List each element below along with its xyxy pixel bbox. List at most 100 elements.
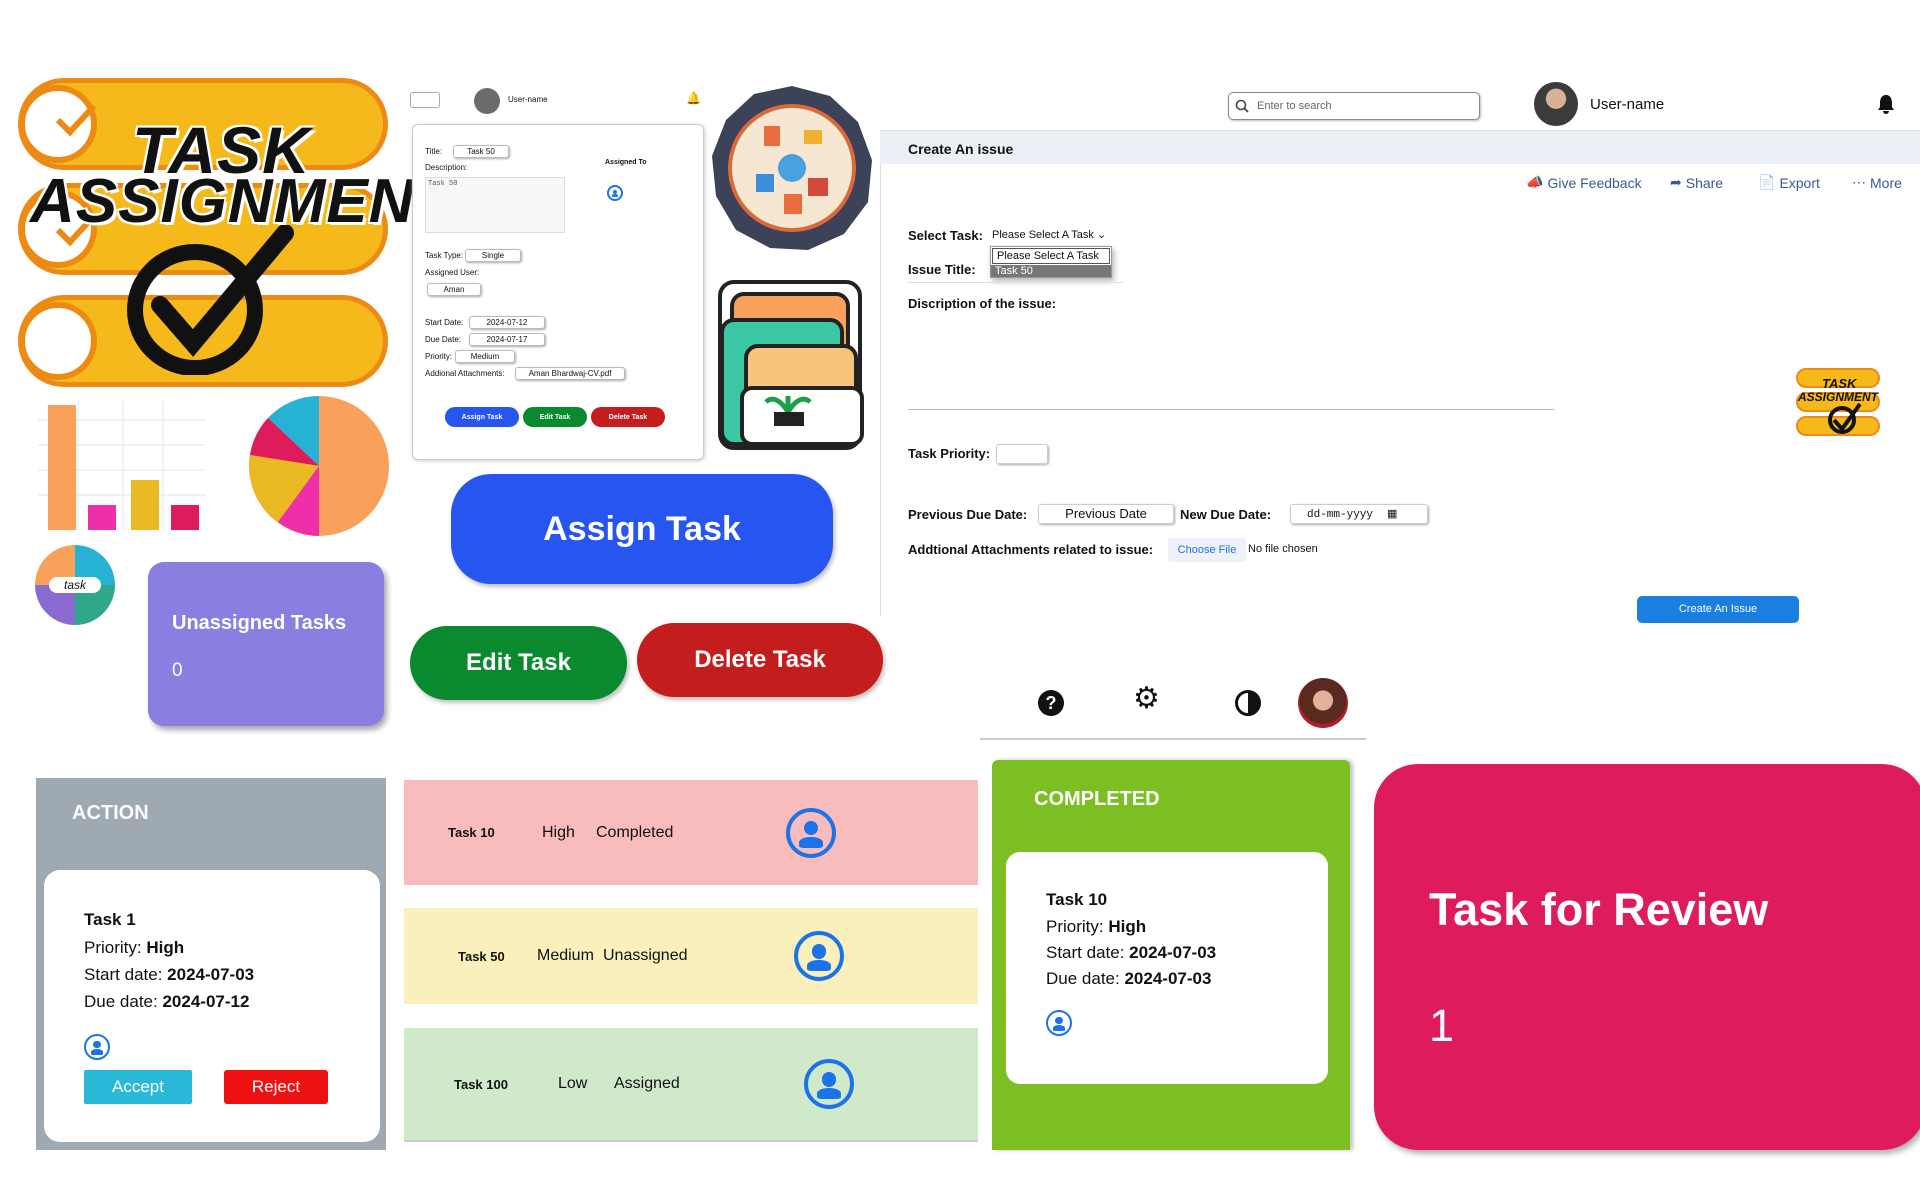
start-date-input[interactable]: 2024-07-12	[469, 316, 545, 329]
assign-task-button[interactable]: Assign Task	[451, 474, 833, 584]
mini-user-name: User-name	[508, 95, 548, 104]
start-value: 2024-07-03	[167, 965, 255, 984]
edit-task-button[interactable]: Edit Task	[410, 626, 627, 700]
avatar[interactable]	[1534, 82, 1578, 126]
task-due-date: Due date: 2024-07-12	[84, 992, 249, 1012]
delete-task-button[interactable]: Delete Task	[637, 623, 883, 697]
pie-chart-illustration	[249, 395, 389, 536]
user-icon[interactable]	[607, 185, 623, 201]
task-start-date: Start date: 2024-07-03	[1046, 943, 1216, 963]
give-feedback-button[interactable]: 📣 Give Feedback	[1526, 174, 1642, 191]
due-value: 2024-07-12	[162, 992, 250, 1011]
search-placeholder: Enter to search	[1257, 100, 1332, 112]
issue-heading-bar: Create An issue	[880, 130, 1920, 164]
task-row[interactable]: Task 50 Medium Unassigned	[404, 908, 978, 1004]
reject-button[interactable]: Reject	[224, 1070, 328, 1104]
dropdown-option-selected[interactable]: Task 50	[991, 265, 1111, 277]
new-due-date-input[interactable]: dd-mm-yyyy ▦	[1290, 504, 1428, 524]
previous-due-input[interactable]: Previous Date	[1038, 504, 1174, 524]
attachments-label: Addtional Attachments related to issue:	[908, 542, 1154, 557]
completed-column: COMPLETED Task 10 Priority: High Start d…	[992, 760, 1350, 1150]
choose-file-button[interactable]: Choose File	[1168, 538, 1246, 562]
accept-button[interactable]: Accept	[84, 1070, 192, 1104]
create-issue-button[interactable]: Create An Issue	[1637, 596, 1799, 623]
edit-task-button-small[interactable]: Edit Task	[523, 407, 587, 427]
bell-icon[interactable]: 🔔	[686, 91, 701, 105]
folder-icon	[718, 280, 864, 450]
task-card[interactable]: Task 1 Priority: High Start date: 2024-0…	[44, 870, 380, 1142]
priority-label: Priority:	[84, 938, 142, 957]
task-row-priority: High	[542, 823, 575, 841]
user-icon[interactable]	[1046, 1010, 1072, 1036]
more-icon: ⋯	[1852, 174, 1866, 190]
description-textarea[interactable]: Task 50	[425, 177, 565, 233]
issue-title-input-line[interactable]	[908, 282, 1123, 283]
task-card[interactable]: Task 10 Priority: High Start date: 2024-…	[1006, 852, 1328, 1084]
task-assignment-mini-logo: TASK ASSIGNMENT	[1796, 368, 1882, 440]
menu-label: More	[1870, 174, 1902, 191]
share-button[interactable]: ➦ Share	[1670, 174, 1723, 191]
due-date-input[interactable]: 2024-07-17	[469, 333, 545, 346]
dropdown-option[interactable]: Please Select A Task	[992, 248, 1110, 264]
task-row-status: Unassigned	[603, 947, 688, 964]
task-for-review-card[interactable]: Task for Review 1	[1374, 764, 1920, 1150]
priority-label: Priority:	[425, 352, 453, 361]
due-value: 2024-07-03	[1124, 969, 1212, 988]
page-title: Create An issue	[908, 141, 1014, 157]
share-icon: ➦	[1670, 174, 1682, 190]
task-row[interactable]: Task 10 High Completed	[404, 780, 978, 885]
review-count: 1	[1429, 1000, 1455, 1051]
bar-chart-illustration	[38, 400, 206, 530]
mini-search-input[interactable]	[410, 92, 440, 108]
task-priority: Priority: High	[84, 938, 184, 958]
description-textarea[interactable]	[908, 318, 1554, 410]
task-type-select[interactable]: Single	[465, 249, 521, 262]
menu-label: Share	[1685, 174, 1724, 191]
select-task-dropdown[interactable]: Please Select A Task ⌄	[992, 228, 1106, 241]
gear-icon[interactable]: ⚙	[1133, 684, 1160, 714]
assign-task-button-small[interactable]: Assign Task	[445, 407, 519, 427]
task-dropdown-menu: Please Select A Task Task 50	[990, 246, 1112, 278]
mini-logo-text-task: TASK	[1822, 376, 1857, 391]
assigned-to-label: Assigned To	[605, 159, 647, 166]
task-name: Task 10	[1046, 890, 1108, 909]
start-date-label: Start Date:	[425, 318, 464, 327]
user-icon[interactable]	[84, 1034, 110, 1060]
due-label: Due date:	[1046, 969, 1120, 988]
title-input[interactable]: Task 50	[453, 145, 509, 158]
calendar-icon[interactable]: ▦	[1387, 507, 1397, 520]
contrast-icon[interactable]	[1235, 690, 1261, 716]
task-row-name: Task 100	[454, 1076, 508, 1092]
bell-icon[interactable]	[1877, 94, 1895, 114]
priority-input[interactable]	[996, 444, 1048, 464]
task-priority: Priority: High	[1046, 917, 1146, 937]
unassigned-tasks-card[interactable]: Unassigned Tasks 0	[148, 562, 384, 726]
priority-label: Task Priority:	[908, 446, 991, 461]
attachments-input[interactable]: Aman Bhardwaj-CV.pdf	[515, 367, 625, 380]
select-task-label: Select Task:	[908, 228, 983, 243]
unassigned-count: 0	[172, 660, 183, 681]
avatar[interactable]	[474, 88, 500, 114]
project-badge-icon	[712, 86, 872, 250]
user-icon[interactable]	[786, 807, 836, 858]
export-button[interactable]: 📄 Export	[1758, 174, 1820, 191]
priority-select[interactable]: Medium	[455, 350, 515, 363]
avatar[interactable]	[1298, 678, 1348, 728]
help-icon[interactable]: ?	[1038, 690, 1064, 716]
delete-task-button-small[interactable]: Delete Task	[591, 407, 665, 427]
search-bar[interactable]: Enter to search	[1228, 92, 1480, 120]
search-icon	[1235, 99, 1249, 113]
user-icon[interactable]	[794, 931, 844, 981]
assigned-user-select[interactable]: Aman	[427, 283, 481, 296]
task-logo-text: task	[49, 577, 101, 593]
task-row-status: Assigned	[614, 1075, 680, 1092]
attachments-label: Addional Attachments:	[425, 369, 505, 378]
user-icon[interactable]	[804, 1059, 854, 1109]
big-checkmark-icon	[127, 225, 294, 375]
due-date-label: Due Date:	[425, 335, 462, 344]
task-row[interactable]: Task 100 Low Assigned	[404, 1028, 978, 1142]
more-button[interactable]: ⋯ More	[1852, 174, 1902, 191]
priority-value: High	[146, 938, 185, 957]
issue-title-label: Issue Title:	[908, 262, 976, 277]
previous-due-label: Previous Due Date:	[908, 507, 1028, 522]
